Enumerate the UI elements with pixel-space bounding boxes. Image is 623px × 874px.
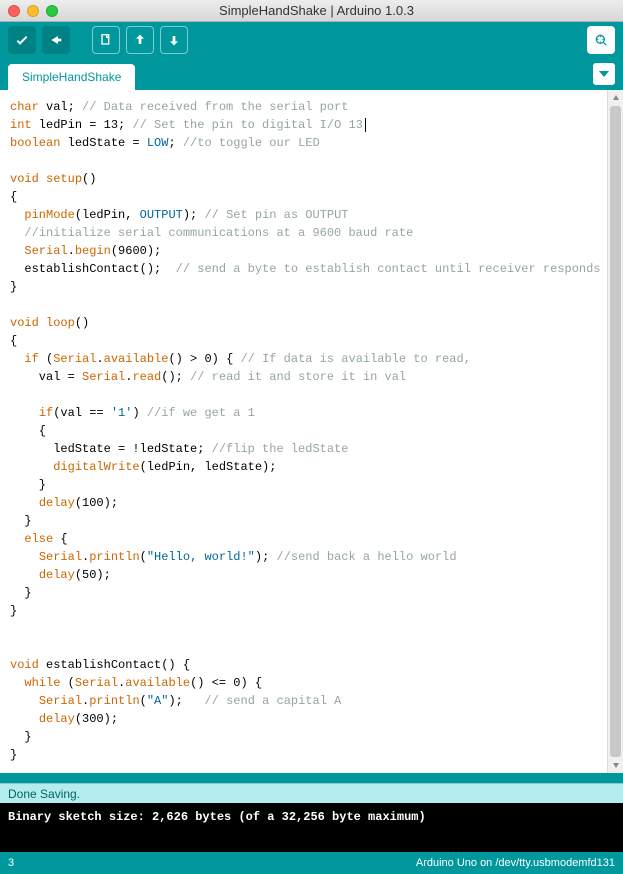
console-output[interactable]: Binary sketch size: 2,626 bytes (of a 32… (0, 803, 623, 852)
window-title: SimpleHandShake | Arduino 1.0.3 (58, 3, 575, 18)
save-file-button[interactable] (160, 26, 188, 54)
scrollbar-track[interactable] (608, 106, 623, 757)
scrollbar-thumb[interactable] (610, 106, 621, 757)
status-message: Done Saving. (8, 787, 80, 801)
zoom-window-button[interactable] (46, 5, 58, 17)
editor-area: char val; // Data received from the seri… (0, 90, 623, 773)
footer-bar: 3 Arduino Uno on /dev/tty.usbmodemfd131 (0, 852, 623, 874)
toolbar (0, 22, 623, 58)
traffic-lights (8, 5, 58, 17)
line-number: 3 (8, 857, 14, 869)
verify-button[interactable] (8, 26, 36, 54)
code-editor[interactable]: char val; // Data received from the seri… (0, 90, 607, 773)
new-file-button[interactable] (92, 26, 120, 54)
console-line: Binary sketch size: 2,626 bytes (of a 32… (8, 809, 615, 825)
window-titlebar: SimpleHandShake | Arduino 1.0.3 (0, 0, 623, 22)
text-cursor (365, 118, 366, 132)
open-file-button[interactable] (126, 26, 154, 54)
divider (0, 773, 623, 783)
status-bar: Done Saving. (0, 783, 623, 803)
serial-monitor-button[interactable] (587, 26, 615, 54)
tab-menu-button[interactable] (593, 63, 615, 85)
sketch-tab[interactable]: SimpleHandShake (8, 64, 135, 90)
vertical-scrollbar[interactable] (607, 90, 623, 773)
scroll-down-arrow-icon[interactable] (608, 757, 623, 773)
code: char (10, 100, 39, 114)
scroll-up-arrow-icon[interactable] (608, 90, 623, 106)
board-port-info: Arduino Uno on /dev/tty.usbmodemfd131 (416, 857, 615, 869)
tab-bar: SimpleHandShake (0, 58, 623, 90)
close-window-button[interactable] (8, 5, 20, 17)
upload-button[interactable] (42, 26, 70, 54)
minimize-window-button[interactable] (27, 5, 39, 17)
